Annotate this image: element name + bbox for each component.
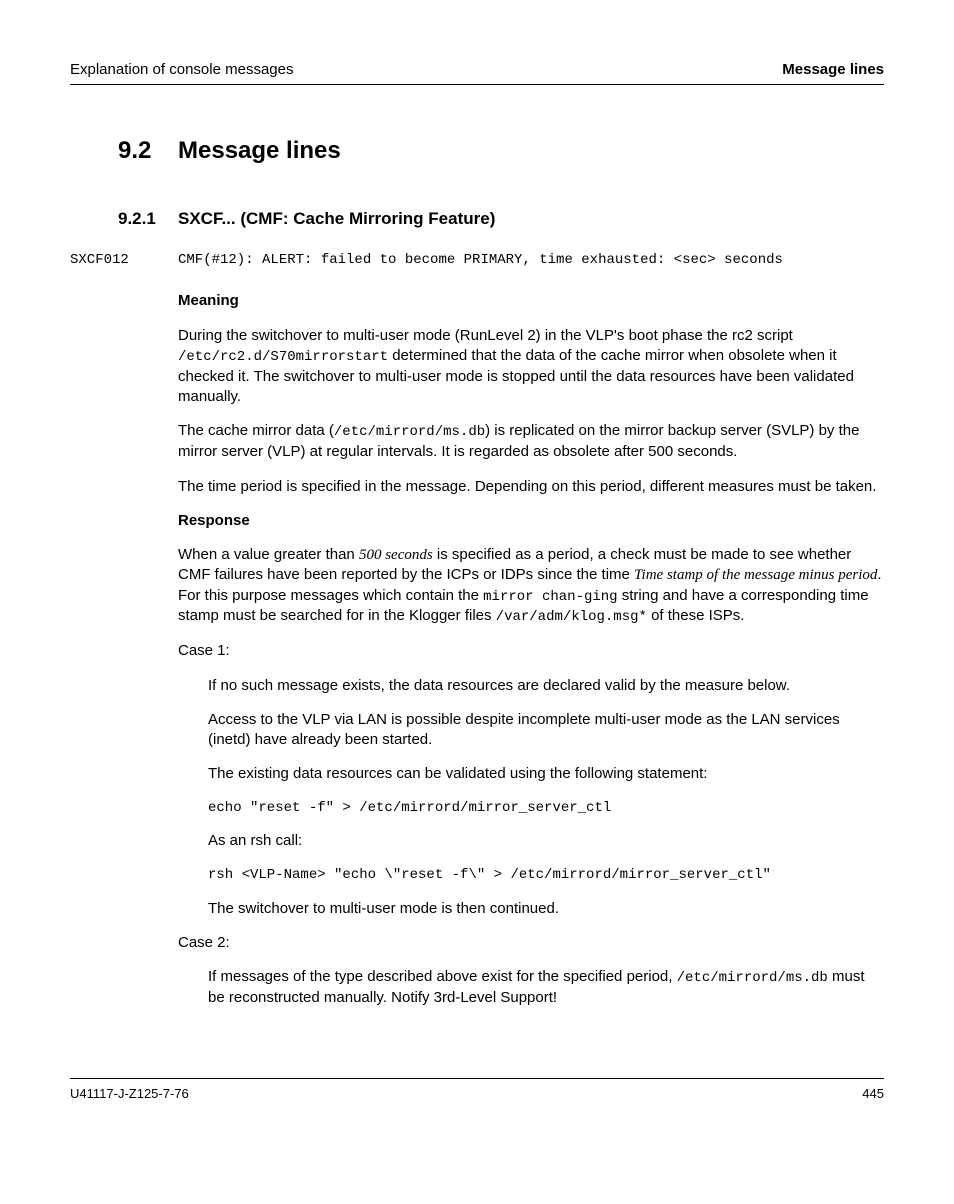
case1-block: If no such message exists, the data reso… [208, 676, 884, 919]
message-row: SXCF012 CMF(#12): ALERT: failed to becom… [70, 251, 884, 270]
case1-p1: If no such message exists, the data reso… [208, 676, 884, 696]
section-number: 9.2 [118, 135, 178, 167]
case2-block: If messages of the type described above … [208, 967, 884, 1008]
meaning-paragraph-1: During the switchover to multi-user mode… [178, 326, 884, 408]
case1-p5: The switchover to multi-user mode is the… [208, 899, 884, 919]
message-code: SXCF012 [70, 251, 178, 270]
case2-p1: If messages of the type described above … [208, 967, 884, 1008]
footer-doc-id: U41117-J-Z125-7-76 [70, 1085, 189, 1103]
response-paragraph-1: When a value greater than 500 seconds is… [178, 545, 884, 627]
response-label: Response [178, 511, 884, 531]
subsection-number: 9.2.1 [118, 208, 178, 231]
case1-p4: As an rsh call: [208, 831, 884, 851]
content-body: Meaning During the switchover to multi-u… [178, 291, 884, 1008]
message-text: CMF(#12): ALERT: failed to become PRIMAR… [178, 251, 783, 270]
section-heading: 9.2Message lines [118, 135, 884, 167]
subsection-title-text: SXCF... (CMF: Cache Mirroring Feature) [178, 209, 495, 228]
case1-p2: Access to the VLP via LAN is possible de… [208, 710, 884, 751]
case2-label: Case 2: [178, 933, 884, 953]
subsection-heading: 9.2.1SXCF... (CMF: Cache Mirroring Featu… [118, 208, 884, 231]
section-title-text: Message lines [178, 137, 341, 164]
case1-label: Case 1: [178, 641, 884, 661]
header-right: Message lines [782, 60, 884, 80]
page-header: Explanation of console messages Message … [70, 60, 884, 85]
case1-code1: echo "reset -f" > /etc/mirrord/mirror_se… [208, 799, 884, 818]
case1-code2: rsh <VLP-Name> "echo \"reset -f\" > /etc… [208, 866, 884, 885]
meaning-paragraph-3: The time period is specified in the mess… [178, 477, 884, 497]
meaning-label: Meaning [178, 291, 884, 311]
footer-page-number: 445 [862, 1085, 884, 1103]
meaning-paragraph-2: The cache mirror data (/etc/mirrord/ms.d… [178, 421, 884, 462]
case1-p3: The existing data resources can be valid… [208, 764, 884, 784]
header-left: Explanation of console messages [70, 60, 293, 80]
page-footer: U41117-J-Z125-7-76 445 [70, 1078, 884, 1103]
